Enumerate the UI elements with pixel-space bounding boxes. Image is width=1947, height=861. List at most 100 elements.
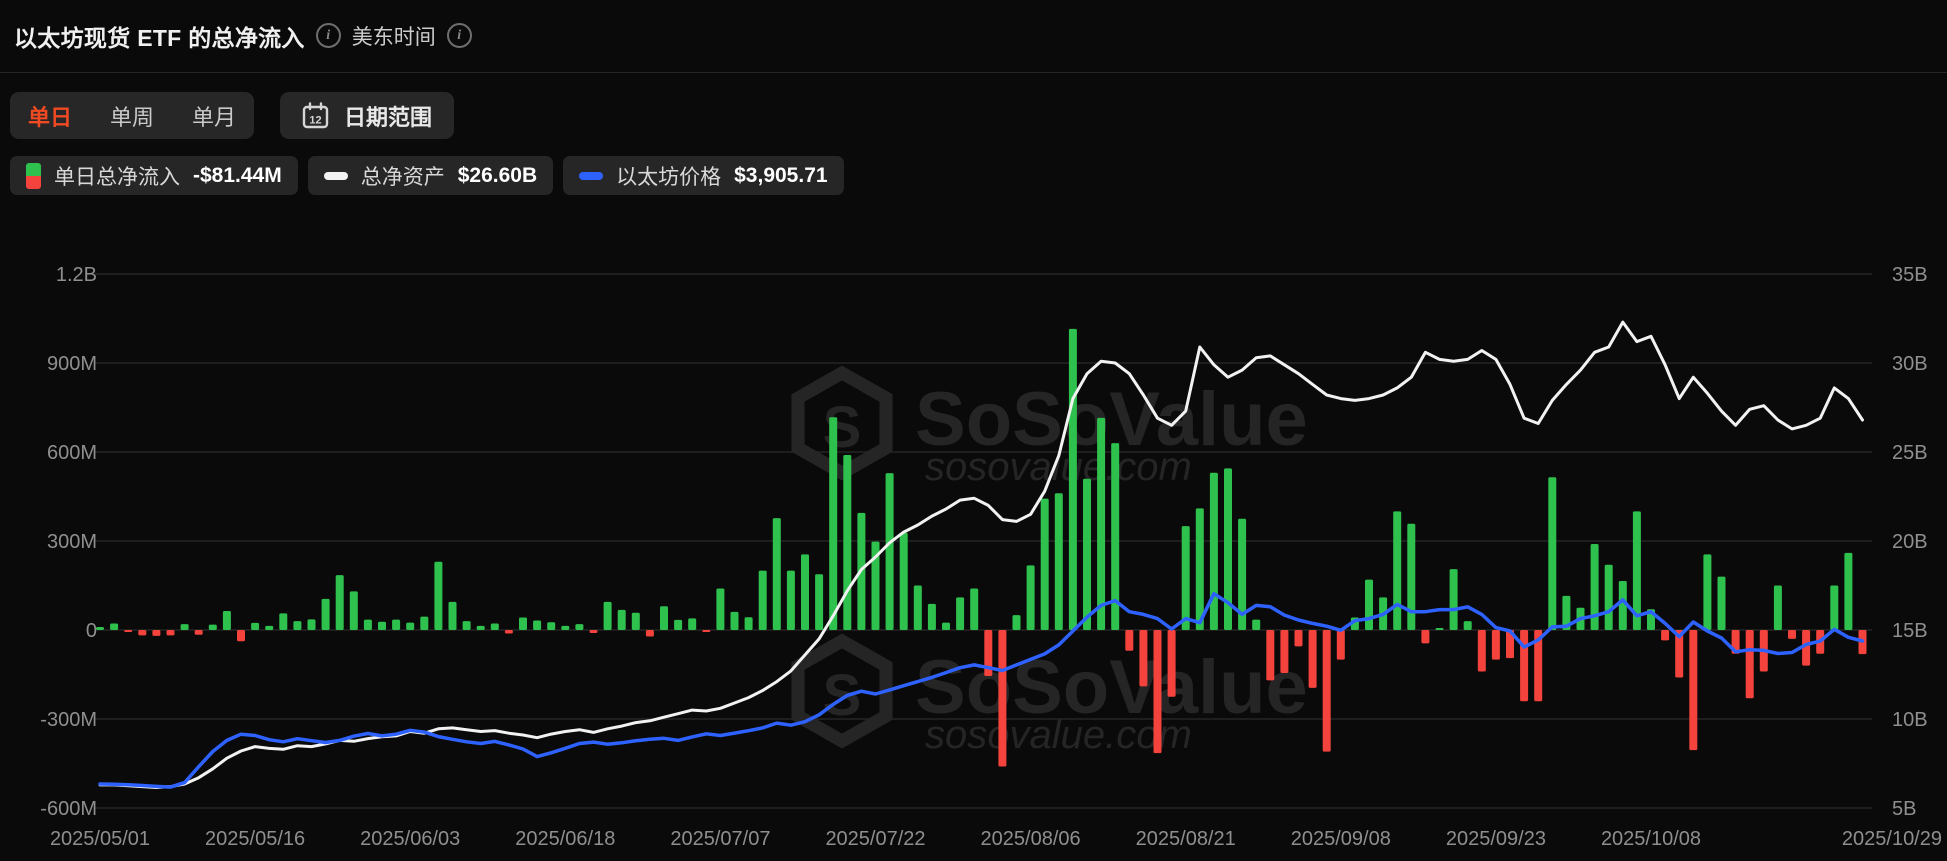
svg-text:S: S xyxy=(823,663,862,728)
legend: 单日总净流入 -$81.44M 总净资产 $26.60B 以太坊价格 $3,90… xyxy=(10,156,844,195)
inflow-bar xyxy=(787,571,795,630)
x-axis-tick: 2025/08/21 xyxy=(1136,828,1236,850)
legend-item-daily-netflow[interactable]: 单日总净流入 -$81.44M xyxy=(10,156,298,195)
outflow-bar xyxy=(702,630,710,632)
inflow-bar xyxy=(1013,615,1021,630)
inflow-bar xyxy=(1055,493,1063,630)
x-axis-tick: 2025/09/08 xyxy=(1291,828,1391,850)
inflow-bar xyxy=(1069,329,1077,630)
inflow-bar xyxy=(533,621,541,630)
info-icon[interactable]: i xyxy=(316,23,341,48)
x-axis-tick: 2025/10/08 xyxy=(1601,828,1701,850)
inflow-bar xyxy=(1718,577,1726,630)
outflow-bar xyxy=(1154,630,1162,753)
inflow-bar xyxy=(618,610,626,630)
inflow-bar xyxy=(406,623,414,630)
legend-value: -$81.44M xyxy=(193,164,282,188)
left-axis-tick: 900M xyxy=(47,353,97,375)
info-icon[interactable]: i xyxy=(447,23,472,48)
right-axis-tick: 35B xyxy=(1892,264,1928,286)
right-axis-tick: 25B xyxy=(1892,442,1928,464)
outflow-bar xyxy=(1139,630,1147,686)
left-axis-tick: -600M xyxy=(40,798,97,820)
legend-label: 单日总净流入 xyxy=(54,161,180,191)
inflow-bar xyxy=(1605,565,1613,630)
outflow-bar xyxy=(1168,630,1176,697)
inflow-bar xyxy=(1365,580,1373,630)
legend-label: 总净资产 xyxy=(361,161,445,191)
inflow-bar xyxy=(181,624,189,630)
tab-daily[interactable]: 单日 xyxy=(28,100,72,132)
inflow-bar xyxy=(928,604,936,630)
outflow-bar xyxy=(1492,630,1500,660)
inflow-bar xyxy=(604,602,612,630)
blue-dash-icon xyxy=(579,172,603,180)
inflow-bar xyxy=(392,620,400,630)
outflow-bar xyxy=(1337,630,1345,660)
outflow-bar xyxy=(1661,630,1669,640)
inflow-bar xyxy=(1196,508,1204,630)
svg-text:12: 12 xyxy=(309,114,321,126)
inflow-bar xyxy=(829,417,837,630)
tab-weekly[interactable]: 单周 xyxy=(110,100,154,132)
inflow-bar xyxy=(1083,479,1091,630)
page-title: 以太坊现货 ETF 的总净流入 xyxy=(14,19,305,53)
x-axis-tick: 2025/05/01 xyxy=(50,828,150,850)
inflow-bar xyxy=(547,622,555,630)
period-tab-group: 单日 单周 单月 xyxy=(10,92,254,139)
outflow-bar xyxy=(1266,630,1274,680)
inflow-bar xyxy=(970,588,978,630)
x-axis-tick: 2025/05/16 xyxy=(205,828,305,850)
inflow-bar xyxy=(279,613,287,630)
inflow-bar xyxy=(773,518,781,630)
legend-label: 以太坊价格 xyxy=(616,161,721,191)
x-axis-tick: 2025/07/07 xyxy=(670,828,770,850)
inflow-bar xyxy=(731,612,739,630)
inflow-bar xyxy=(843,455,851,630)
outflow-bar xyxy=(167,630,175,635)
x-axis-tick: 2025/06/18 xyxy=(515,828,615,850)
outflow-bar xyxy=(237,630,245,641)
inflow-bar xyxy=(1464,621,1472,630)
right-axis-tick: 20B xyxy=(1892,531,1928,553)
inflow-bar xyxy=(364,620,372,630)
inflow-bar xyxy=(1027,565,1035,630)
inflow-bar xyxy=(251,623,259,630)
green-red-bar-icon xyxy=(26,163,41,189)
left-axis-tick: 300M xyxy=(47,531,97,553)
outflow-bar xyxy=(1689,630,1697,750)
inflow-bar xyxy=(660,606,668,630)
outflow-bar xyxy=(1125,630,1133,651)
inflow-bar xyxy=(1097,418,1105,630)
inflow-bar xyxy=(110,623,118,630)
inflow-bar xyxy=(96,627,104,630)
inflow-bar xyxy=(463,621,471,630)
legend-item-total-net-assets[interactable]: 总净资产 $26.60B xyxy=(308,156,553,195)
outflow-bar xyxy=(1746,630,1754,698)
right-axis-tick: 15B xyxy=(1892,620,1928,642)
inflow-bar xyxy=(350,591,358,630)
date-range-button[interactable]: 12 日期范围 xyxy=(280,92,454,139)
axis-labels: 1.2B900M600M300M0-300M-600M35B30B25B20B1… xyxy=(40,264,1942,850)
inflow-bar xyxy=(1774,586,1782,631)
right-axis-tick: 10B xyxy=(1892,709,1928,731)
right-axis-tick: 30B xyxy=(1892,353,1928,375)
inflow-bar xyxy=(1393,511,1401,630)
outflow-bar xyxy=(1280,630,1288,673)
outflow-bar xyxy=(195,630,203,635)
inflow-bar xyxy=(449,602,457,630)
inflow-bar xyxy=(575,624,583,630)
tab-monthly[interactable]: 单月 xyxy=(192,100,236,132)
outflow-bar xyxy=(1309,630,1317,688)
inflow-bar xyxy=(491,623,499,630)
legend-value: $26.60B xyxy=(458,164,537,188)
inflow-bar xyxy=(801,554,809,630)
outflow-bar xyxy=(590,630,598,633)
inflow-bar xyxy=(1844,553,1852,630)
left-axis-tick: 0 xyxy=(86,620,97,642)
inflow-bar xyxy=(1041,499,1049,630)
inflow-bar xyxy=(900,533,908,630)
legend-item-eth-price[interactable]: 以太坊价格 $3,905.71 xyxy=(563,156,843,195)
date-range-label: 日期范围 xyxy=(344,100,432,132)
inflow-bar xyxy=(265,626,273,630)
